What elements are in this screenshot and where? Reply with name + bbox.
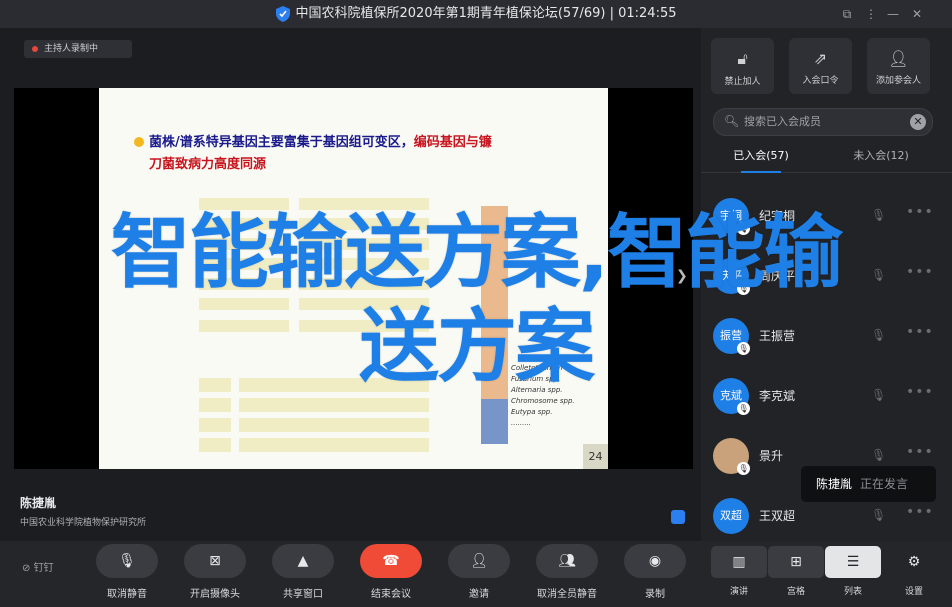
slide-title-part1: 菌株/谱系特异基因主要富集于基因组可变区， <box>149 135 414 150</box>
title-bar: 中国农科院植保所2020年第1期青年植保论坛(57/69) | 01:24:55… <box>0 0 952 28</box>
more-icon[interactable]: ⋮ <box>862 5 880 23</box>
slide-title-part3: 刀菌致病力高度同源 <box>149 157 267 172</box>
mic-muted-icon[interactable]: 🎙︎ <box>871 508 886 524</box>
list-view-button[interactable]: ☰ 列表 <box>825 546 881 597</box>
stacked-bar-segment <box>481 399 508 444</box>
hangup-icon: ☎︎ <box>360 544 422 578</box>
list-view-label: 列表 <box>843 587 862 597</box>
window-title: 中国农科院植保所2020年第1期青年植保论坛(57/69) | 01:24:55 <box>0 0 952 28</box>
recording-label: 主持人录制中 <box>44 44 99 54</box>
record-icon: ◉ <box>624 544 686 578</box>
slide-page-number: 24 <box>583 444 608 469</box>
recording-dot-icon <box>32 45 38 52</box>
join-code-button[interactable]: ⇗ 入会口令 <box>789 38 852 94</box>
camera-button[interactable]: ⊠ 开启摄像头 <box>180 544 250 600</box>
slide-title: 菌株/谱系特异基因主要富集于基因组可变区，编码基因与镰刀菌致病力高度同源 <box>149 132 579 176</box>
settings-button[interactable]: ⚙︎ 设置 <box>886 546 942 597</box>
member-name: 景升 <box>759 449 784 463</box>
record-label: 录制 <box>645 589 665 600</box>
camera-label: 开启摄像头 <box>190 589 240 600</box>
member-search[interactable]: 🔍︎ 搜索已入会成员 ✕ <box>713 108 933 136</box>
legend-item: ......... <box>511 419 532 427</box>
grid-view-label: 宫格 <box>786 587 805 597</box>
gel-track <box>239 418 429 432</box>
tab-joined[interactable]: 已入会(57) <box>701 142 821 173</box>
gel-track <box>239 398 429 412</box>
meeting-toolbar: ⊘ 钉钉 🎙︎ 取消静音 ⊠ 开启摄像头 ▲ 共享窗口 ☎︎ 结束会议 👤︎ 邀… <box>0 541 952 607</box>
dingtalk-label: 钉钉 <box>33 563 54 574</box>
restore-icon[interactable]: ⧉ <box>838 5 856 23</box>
invite-label: 邀请 <box>469 589 489 600</box>
grid-view-button[interactable]: ⊞ 宫格 <box>768 546 824 597</box>
unmute-button[interactable]: 🎙︎ 取消静音 <box>92 544 162 600</box>
speaker-org: 中国农业科学院植物保护研究所 <box>20 518 147 528</box>
minimize-icon[interactable]: — <box>884 5 902 23</box>
speaker-layout-icon: ▥ <box>711 546 767 578</box>
more-options-icon[interactable]: ••• <box>906 444 934 460</box>
speaker-view-label: 演讲 <box>729 587 748 597</box>
lock-icon: 🔓︎ <box>737 49 748 68</box>
member-tabs: 已入会(57) 未入会(12) <box>701 142 952 173</box>
share-icon: ⇗ <box>813 49 828 68</box>
mute-all-button[interactable]: 👥︎ 取消全员静音 <box>532 544 602 600</box>
speaker-view-button[interactable]: ▥ 演讲 <box>711 546 767 597</box>
clear-search-icon[interactable]: ✕ <box>910 114 926 130</box>
recording-indicator: 主持人录制中 <box>24 40 132 58</box>
settings-label: 设置 <box>904 587 923 597</box>
close-icon[interactable]: ✕ <box>908 5 926 23</box>
grid-icon: ⊞ <box>768 546 824 578</box>
invite-icon: 👤︎ <box>448 544 510 578</box>
list-icon: ☰ <box>825 546 881 578</box>
more-options-icon[interactable]: ••• <box>906 504 934 520</box>
tooltip-status: 正在发言 <box>860 477 909 491</box>
member-name: 王双超 <box>759 509 796 523</box>
slide-title-part2: 编码基因与镰 <box>413 135 492 150</box>
gel-track <box>199 418 231 432</box>
gear-icon: ⚙︎ <box>907 554 921 570</box>
unmute-label: 取消静音 <box>107 589 147 600</box>
camera-off-icon: ⊠ <box>184 544 246 578</box>
end-meeting-button[interactable]: ☎︎ 结束会议 <box>356 544 426 600</box>
search-input[interactable]: 搜索已入会成员 <box>744 109 821 135</box>
dingtalk-icon: ⊘ <box>22 563 34 574</box>
tab-not-joined[interactable]: 未入会(12) <box>821 142 941 172</box>
speaker-view-icon[interactable] <box>671 510 685 524</box>
tooltip-name: 陈捷胤 <box>816 477 853 491</box>
mic-muted-icon[interactable]: 🎙︎ <box>871 448 886 464</box>
share-window-icon: ▲ <box>272 544 334 578</box>
gel-track <box>199 438 231 452</box>
mic-badge-icon: 🎙︎ <box>737 402 750 415</box>
speaker-info: 陈捷胤 中国农业科学院植物保护研究所 <box>20 494 146 528</box>
add-participant-label: 添加参会人 <box>875 76 921 86</box>
mute-all-icon: 👥︎ <box>536 544 598 578</box>
record-button[interactable]: ◉ 录制 <box>620 544 690 600</box>
overlay-line2: 送方案 <box>359 300 595 393</box>
overlay-text: 智能输送方案,智能输 送方案 <box>6 206 946 394</box>
gel-track <box>199 398 231 412</box>
lock-meeting-button[interactable]: 🔓︎ 禁止加人 <box>711 38 774 94</box>
legend-item: Eutypa spp. <box>511 408 553 416</box>
mic-icon: 🎙︎ <box>96 544 158 578</box>
end-meeting-label: 结束会议 <box>371 589 411 600</box>
invite-button[interactable]: 👤︎ 邀请 <box>444 544 514 600</box>
speaking-tooltip: 陈捷胤 正在发言 <box>801 466 936 502</box>
mute-all-label: 取消全员静音 <box>537 589 597 600</box>
dingtalk-button[interactable]: ⊘ 钉钉 <box>22 559 54 574</box>
legend-item: Chromosome spp. <box>511 397 575 405</box>
join-code-label: 入会口令 <box>802 76 839 86</box>
search-icon: 🔍︎ <box>724 114 740 128</box>
share-window-label: 共享窗口 <box>283 589 323 600</box>
mic-badge-icon: 🎙︎ <box>737 462 750 475</box>
share-window-button[interactable]: ▲ 共享窗口 <box>268 544 338 600</box>
window-title-text: 中国农科院植保所2020年第1期青年植保论坛(57/69) | 01:24:55 <box>295 6 677 21</box>
speaker-name: 陈捷胤 <box>20 496 57 510</box>
add-user-icon: 👤︎ <box>888 49 909 68</box>
gel-track <box>239 438 429 452</box>
shield-icon <box>275 5 290 22</box>
add-participant-button[interactable]: 👤︎ 添加参会人 <box>867 38 930 94</box>
overlay-line1: 智能输送方案,智能输 <box>110 206 843 299</box>
lock-meeting-label: 禁止加人 <box>724 77 761 87</box>
avatar: 双超 <box>713 498 749 534</box>
bullet-icon <box>134 137 144 147</box>
